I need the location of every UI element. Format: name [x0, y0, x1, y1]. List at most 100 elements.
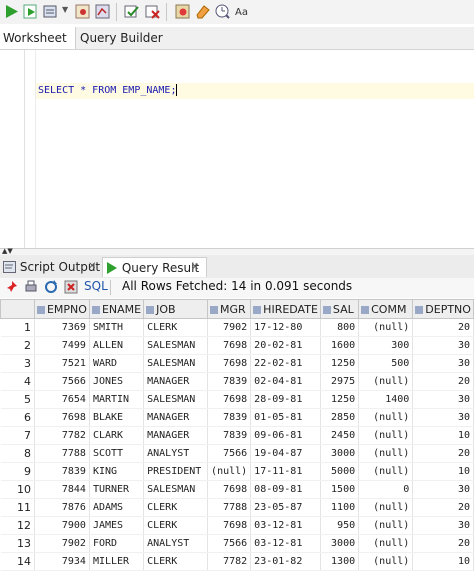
refresh-icon[interactable] — [44, 280, 58, 294]
row-number[interactable]: 3 — [0, 354, 35, 373]
dropdown-arrow-icon[interactable]: ▼ — [62, 5, 68, 14]
cell-hiredate[interactable]: 03-12-81 — [250, 516, 321, 535]
cell-hiredate[interactable]: 02-04-81 — [250, 372, 321, 391]
cell-sal[interactable]: 2850 — [320, 408, 360, 427]
table-row[interactable]: 10 7844 TURNER SALESMAN 7698 08-09-81 1500 0 30 — [0, 480, 474, 499]
cell-empno[interactable]: 7902 — [34, 534, 90, 553]
cell-empno[interactable]: 7654 — [34, 390, 90, 409]
cell-job[interactable]: SALESMAN — [143, 336, 209, 355]
table-row[interactable]: 8 7788 SCOTT ANALYST 7566 19-04-87 3000 (null) 2… — [0, 444, 474, 463]
cell-deptno[interactable]: 20 — [412, 372, 474, 391]
row-number[interactable]: 4 — [0, 372, 35, 391]
column-header-ename[interactable]: ENAME — [88, 299, 145, 319]
cell-sal[interactable]: 1100 — [320, 498, 360, 517]
cell-job[interactable]: MANAGER — [143, 426, 209, 445]
explain-plan-icon[interactable] — [74, 3, 91, 20]
cell-ename[interactable]: MARTIN — [89, 390, 145, 409]
commit-icon[interactable] — [123, 3, 140, 20]
cell-comm[interactable]: (null) — [358, 462, 414, 481]
cell-sal[interactable]: 950 — [320, 516, 360, 535]
cell-ename[interactable]: SMITH — [89, 318, 145, 337]
cell-job[interactable]: SALESMAN — [143, 390, 209, 409]
cell-empno[interactable]: 7839 — [34, 462, 90, 481]
cell-ename[interactable]: KING — [89, 462, 145, 481]
cell-comm[interactable]: 300 — [358, 336, 414, 355]
tab-query-builder[interactable]: Query Builder — [80, 27, 163, 49]
cell-comm[interactable]: 0 — [358, 480, 414, 499]
code-line[interactable]: SELECT * FROM EMP_NAME; — [38, 84, 178, 96]
pin-icon[interactable] — [5, 280, 19, 294]
table-row[interactable]: 6 7698 BLAKE MANAGER 7839 01-05-81 2850 (null) 3… — [0, 408, 474, 427]
sql-history-icon[interactable] — [214, 3, 231, 20]
cell-ename[interactable]: JONES — [89, 372, 145, 391]
close-icon[interactable]: ✕ — [88, 257, 96, 277]
cell-mgr[interactable]: 7698 — [207, 480, 252, 499]
table-row[interactable]: 12 7900 JAMES CLERK 7698 03-12-81 950 (null) 30 — [0, 516, 474, 535]
cell-mgr[interactable]: (null) — [207, 462, 252, 481]
column-header-mgr[interactable]: MGR — [207, 299, 252, 319]
tab-query-result[interactable]: Query Result ✕ — [102, 257, 207, 277]
cell-comm[interactable]: (null) — [358, 498, 414, 517]
cell-empno[interactable]: 7900 — [34, 516, 90, 535]
cell-ename[interactable]: TURNER — [89, 480, 145, 499]
cell-ename[interactable]: JAMES — [89, 516, 145, 535]
cell-ename[interactable]: ALLEN — [89, 336, 145, 355]
collapse-arrows-icon[interactable]: ▲▼ — [2, 247, 13, 255]
cell-sal[interactable]: 2450 — [320, 426, 360, 445]
cell-job[interactable]: ANALYST — [143, 444, 209, 463]
cell-hiredate[interactable]: 20-02-81 — [250, 336, 321, 355]
cell-mgr[interactable]: 7566 — [207, 444, 252, 463]
cell-hiredate[interactable]: 28-09-81 — [250, 390, 321, 409]
cell-empno[interactable]: 7788 — [34, 444, 90, 463]
cell-sal[interactable]: 1250 — [320, 354, 360, 373]
cell-mgr[interactable]: 7698 — [207, 390, 252, 409]
cell-empno[interactable]: 7369 — [34, 318, 90, 337]
cell-ename[interactable]: WARD — [89, 354, 145, 373]
table-row[interactable]: 1 7369 SMITH CLERK 7902 17-12-80 800 (null) 20 — [0, 318, 474, 337]
autotrace-icon[interactable] — [42, 3, 59, 20]
cell-hiredate[interactable]: 17-11-81 — [250, 462, 321, 481]
cell-job[interactable]: CLERK — [143, 516, 209, 535]
cell-hiredate[interactable]: 22-02-81 — [250, 354, 321, 373]
cell-job[interactable]: SALESMAN — [143, 480, 209, 499]
cell-empno[interactable]: 7782 — [34, 426, 90, 445]
sql-tuning-icon[interactable] — [94, 3, 111, 20]
cell-sal[interactable]: 2975 — [320, 372, 360, 391]
cell-job[interactable]: SALESMAN — [143, 354, 209, 373]
table-row[interactable]: 9 7839 KING PRESIDENT (null) 17-11-81 5000 (nul… — [0, 462, 474, 481]
column-header-job[interactable]: JOB — [143, 299, 209, 319]
cell-comm[interactable]: (null) — [358, 426, 414, 445]
cell-mgr[interactable]: 7788 — [207, 498, 252, 517]
cell-deptno[interactable]: 20 — [412, 318, 474, 337]
tab-script-output[interactable]: Script Output ✕ — [0, 257, 101, 277]
table-row[interactable]: 5 7654 MARTIN SALESMAN 7698 28-09-81 1250 1400 3… — [0, 390, 474, 409]
cell-deptno[interactable]: 30 — [412, 408, 474, 427]
row-number[interactable]: 13 — [0, 534, 35, 553]
cell-sal[interactable]: 1250 — [320, 390, 360, 409]
row-number[interactable]: 5 — [0, 390, 35, 409]
cell-comm[interactable]: (null) — [358, 318, 414, 337]
table-row[interactable]: 13 7902 FORD ANALYST 7566 03-12-81 3000 (null) 2… — [0, 534, 474, 553]
sql-editor[interactable]: SELECT * FROM EMP_NAME; — [0, 50, 474, 248]
tab-worksheet[interactable]: Worksheet — [0, 27, 76, 49]
cell-empno[interactable]: 7521 — [34, 354, 90, 373]
eraser-icon[interactable] — [194, 3, 211, 20]
cell-sal[interactable]: 800 — [320, 318, 360, 337]
cell-deptno[interactable]: 30 — [412, 354, 474, 373]
cell-comm[interactable]: (null) — [358, 372, 414, 391]
cell-hiredate[interactable]: 17-12-80 — [250, 318, 321, 337]
cell-mgr[interactable]: 7566 — [207, 534, 252, 553]
cell-job[interactable]: PRESIDENT — [143, 462, 209, 481]
cell-sal[interactable]: 3000 — [320, 444, 360, 463]
cell-mgr[interactable]: 7698 — [207, 336, 252, 355]
cell-ename[interactable]: BLAKE — [89, 408, 145, 427]
cell-ename[interactable]: SCOTT — [89, 444, 145, 463]
cell-hiredate[interactable]: 08-09-81 — [250, 480, 321, 499]
cell-comm[interactable]: 1400 — [358, 390, 414, 409]
cell-sal[interactable]: 1500 — [320, 480, 360, 499]
column-header-comm[interactable]: COMM — [358, 299, 414, 319]
cell-mgr[interactable]: 7698 — [207, 516, 252, 535]
cell-comm[interactable]: (null) — [358, 444, 414, 463]
cell-comm[interactable]: (null) — [358, 534, 414, 553]
cell-empno[interactable]: 7566 — [34, 372, 90, 391]
